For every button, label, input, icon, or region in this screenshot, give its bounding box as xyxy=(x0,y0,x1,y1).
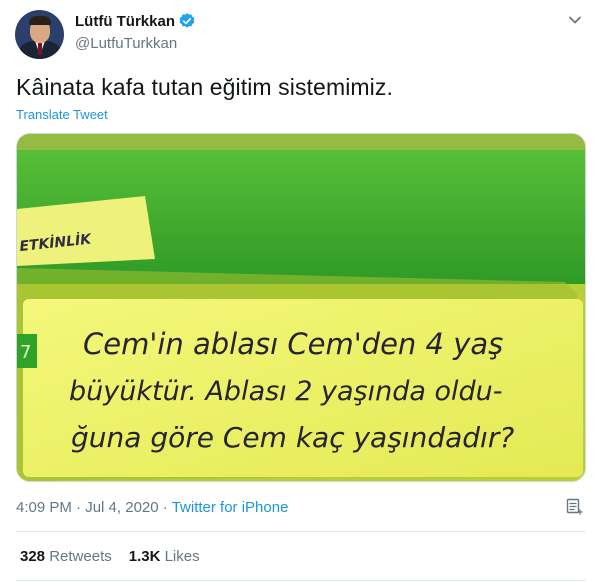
verified-badge-icon xyxy=(179,13,195,28)
question-number: 7 xyxy=(20,342,31,363)
avatar[interactable] xyxy=(15,10,64,59)
translate-tweet-link[interactable]: Translate Tweet xyxy=(16,107,108,122)
divider xyxy=(16,531,586,532)
divider xyxy=(16,580,586,581)
question-line-1: Cem'in ablası Cem'den 4 yaş xyxy=(83,327,503,361)
user-handle[interactable]: @LutfuTurkkan xyxy=(75,35,177,52)
retweets-label: Retweets xyxy=(49,548,112,565)
tweet-meta: 4:09 PM · Jul 4, 2020 · Twitter for iPho… xyxy=(16,499,288,516)
tweet-photo[interactable]: ETKİNLİK 7 Cem'in ablası Cem'den 4 yaş b… xyxy=(16,133,586,482)
meta-separator: · xyxy=(162,499,168,516)
retweets-stat[interactable]: 328 Retweets xyxy=(20,548,112,565)
likes-count: 1.3K xyxy=(128,548,161,565)
question-line-2: büyüktür. Ablası 2 yaşında oldu- xyxy=(69,376,503,407)
tweet-stats: 328 Retweets 1.3K Likes xyxy=(20,548,200,565)
tweet-text: Kâinata kafa tutan eğitim sistemimiz. xyxy=(16,74,393,100)
retweets-count: 328 xyxy=(20,548,46,565)
tweet-card: Lütfü Türkkan @LutfuTurkkan Kâinata kafa… xyxy=(0,0,603,582)
display-name[interactable]: Lütfü Türkkan xyxy=(75,13,175,30)
meta-separator: · xyxy=(76,499,82,516)
question-line-3: ğuna göre Cem kaç yaşındadır? xyxy=(71,421,514,454)
tweet-source[interactable]: Twitter for iPhone xyxy=(172,499,289,516)
chevron-down-icon[interactable] xyxy=(565,10,585,30)
analytics-icon[interactable] xyxy=(564,496,584,516)
tweet-date[interactable]: Jul 4, 2020 xyxy=(85,499,158,516)
likes-stat[interactable]: 1.3K Likes xyxy=(129,548,200,565)
likes-label: Likes xyxy=(164,548,200,565)
tweet-time[interactable]: 4:09 PM xyxy=(16,499,72,516)
photo-illustration: ETKİNLİK 7 Cem'in ablası Cem'den 4 yaş b… xyxy=(17,134,585,481)
